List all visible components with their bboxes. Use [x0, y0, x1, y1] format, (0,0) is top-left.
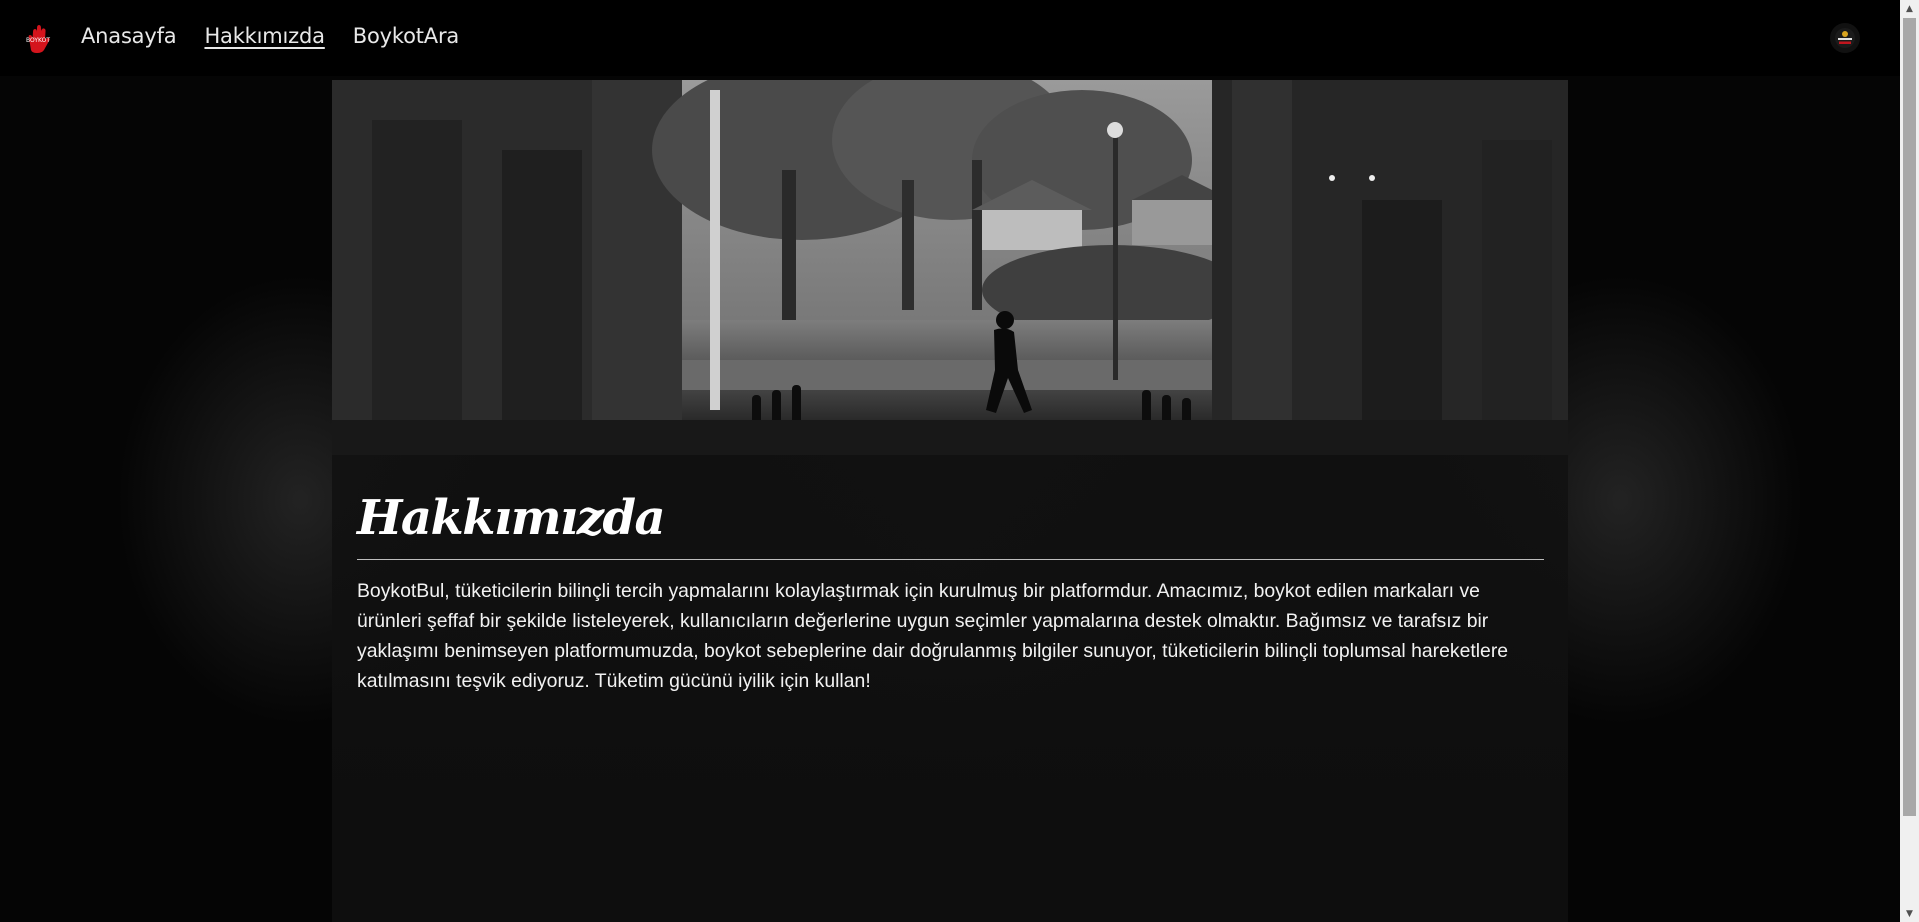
- hand-stop-icon: BOYKOT: [26, 25, 50, 53]
- vertical-scrollbar[interactable]: ▲ ▼: [1900, 0, 1919, 922]
- brand-badge[interactable]: [1830, 23, 1860, 53]
- page: BOYKOT Anasayfa Hakkımızda BoykotAra Hak…: [0, 0, 1900, 922]
- nav-links: Anasayfa Hakkımızda BoykotAra: [81, 24, 459, 48]
- nav-link-anasayfa[interactable]: Anasayfa: [81, 24, 177, 48]
- scroll-up-icon[interactable]: ▲: [1900, 0, 1919, 17]
- hero-image: [332, 80, 1568, 455]
- title-divider: [357, 559, 1544, 560]
- about-panel: Hakkımızda BoykotBul, tüketicilerin bili…: [332, 80, 1568, 922]
- navbar: BOYKOT Anasayfa Hakkımızda BoykotAra: [0, 0, 1900, 76]
- about-title: Hakkımızda: [357, 490, 666, 546]
- about-text: BoykotBul, tüketicilerin bilinçli tercih…: [357, 580, 1509, 692]
- scroll-thumb[interactable]: [1903, 18, 1916, 816]
- boykot-logo[interactable]: BOYKOT: [20, 20, 56, 56]
- scroll-down-icon[interactable]: ▼: [1900, 905, 1919, 922]
- nav-link-boykotara[interactable]: BoykotAra: [353, 24, 459, 48]
- brand-badge-icon: [1835, 28, 1855, 48]
- nav-link-hakkimizda[interactable]: Hakkımızda: [204, 24, 325, 48]
- logo-text: BOYKOT: [26, 37, 50, 44]
